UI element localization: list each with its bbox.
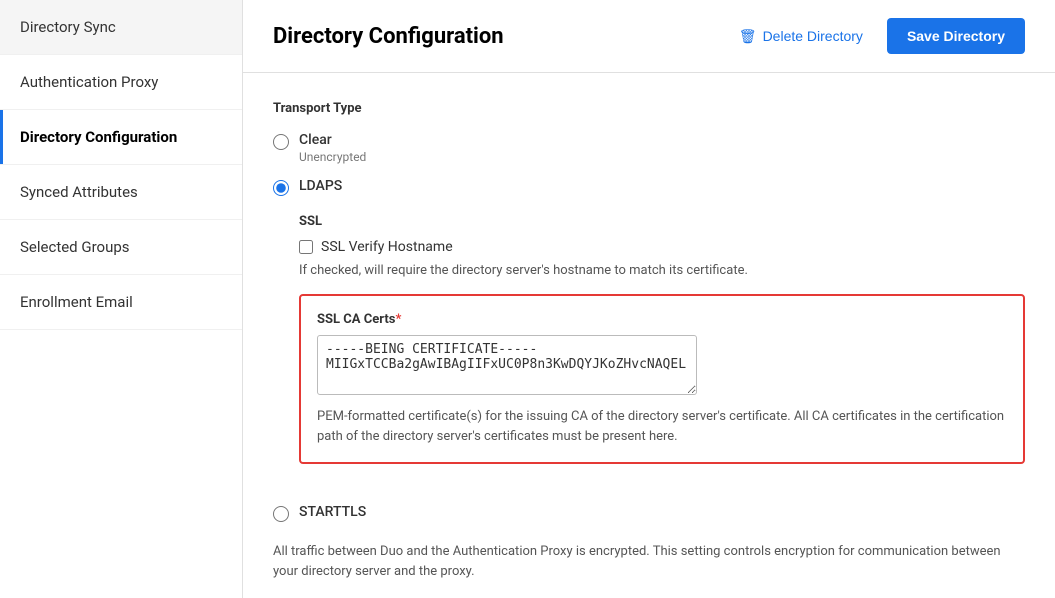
starttls-label[interactable]: STARTTLS: [299, 504, 366, 520]
clear-option: Clear Unencrypted: [273, 132, 1025, 164]
ssl-ca-certs-box: SSL CA Certs* -----BEING CERTIFICATE----…: [299, 294, 1025, 464]
sidebar-item-label: Selected Groups: [20, 238, 130, 256]
starttls-hint: All traffic between Duo and the Authenti…: [273, 542, 1023, 581]
sidebar-item-label: Enrollment Email: [20, 293, 133, 311]
save-directory-button[interactable]: Save Directory: [887, 18, 1025, 54]
sidebar-item-label: Authentication Proxy: [20, 73, 158, 91]
sidebar-item-synced-attributes[interactable]: Synced Attributes: [0, 165, 242, 220]
ssl-verify-row: SSL Verify Hostname: [299, 239, 1025, 255]
header-actions: 🗑 Delete Directory Save Directory: [727, 18, 1025, 54]
clear-radio[interactable]: [273, 134, 289, 150]
ssl-ca-textarea[interactable]: -----BEING CERTIFICATE----- MIIGxTCCBa2g…: [317, 335, 697, 395]
ldaps-radio[interactable]: [273, 180, 289, 196]
ssl-ca-label: SSL CA Certs*: [317, 312, 1007, 327]
trash-icon: 🗑: [739, 28, 757, 45]
delete-directory-button[interactable]: 🗑 Delete Directory: [727, 20, 875, 53]
sidebar-item-authentication-proxy[interactable]: Authentication Proxy: [0, 55, 242, 110]
page-title: Directory Configuration: [273, 24, 504, 49]
ssl-verify-checkbox[interactable]: [299, 240, 313, 254]
starttls-option: STARTTLS: [273, 504, 1025, 522]
sidebar-item-selected-groups[interactable]: Selected Groups: [0, 220, 242, 275]
ssl-verify-label[interactable]: SSL Verify Hostname: [321, 239, 453, 255]
ssl-ca-hint: PEM-formatted certificate(s) for the iss…: [317, 407, 1007, 446]
sidebar-item-directory-configuration[interactable]: Directory Configuration: [0, 110, 242, 165]
sidebar-item-enrollment-email[interactable]: Enrollment Email: [0, 275, 242, 330]
transport-type-radio-group: Clear Unencrypted LDAPS SSL SS: [273, 132, 1025, 522]
ssl-verify-hint: If checked, will require the directory s…: [299, 263, 1025, 278]
clear-label[interactable]: Clear Unencrypted: [299, 132, 366, 164]
sidebar-item-label: Directory Sync: [20, 18, 116, 36]
sidebar-item-label: Directory Configuration: [20, 128, 177, 146]
sidebar-item-directory-sync[interactable]: Directory Sync: [0, 0, 242, 55]
starttls-radio[interactable]: [273, 506, 289, 522]
ssl-title: SSL: [299, 214, 1025, 229]
ldaps-label[interactable]: LDAPS: [299, 178, 342, 194]
transport-type-label: Transport Type: [273, 101, 1025, 116]
page-header: Directory Configuration 🗑 Delete Directo…: [243, 0, 1055, 73]
main-content: Directory Configuration 🗑 Delete Directo…: [243, 0, 1055, 598]
sidebar: Directory Sync Authentication Proxy Dire…: [0, 0, 243, 598]
ssl-section: SSL SSL Verify Hostname If checked, will…: [299, 214, 1025, 480]
ldaps-option: LDAPS: [273, 178, 1025, 196]
sidebar-item-label: Synced Attributes: [20, 183, 138, 201]
content-area: Transport Type Clear Unencrypted LDAPS: [243, 73, 1055, 598]
